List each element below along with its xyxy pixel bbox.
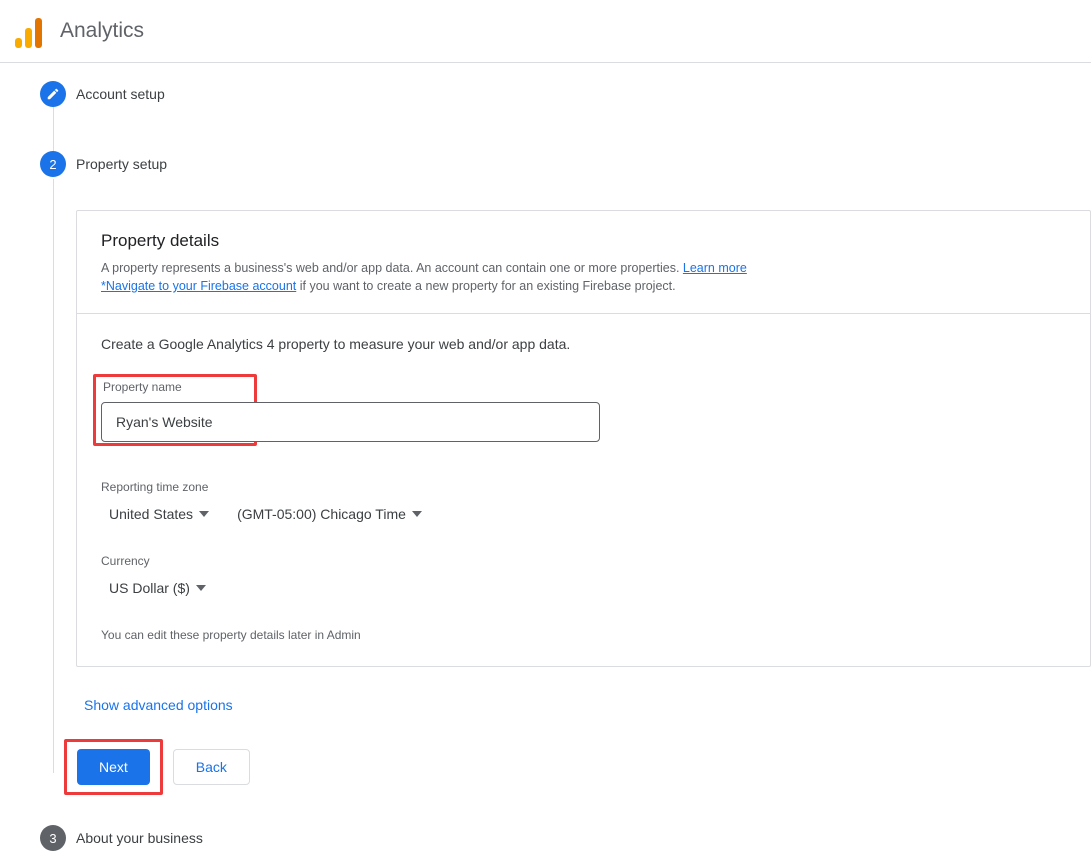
currency-label: Currency xyxy=(101,554,1066,568)
timezone-value-dropdown[interactable]: (GMT-05:00) Chicago Time xyxy=(237,502,422,526)
step-number-badge: 3 xyxy=(40,825,66,851)
chevron-down-icon xyxy=(196,585,206,591)
next-button[interactable]: Next xyxy=(77,749,150,785)
timezone-label: Reporting time zone xyxy=(101,480,1066,494)
pencil-icon xyxy=(40,81,66,107)
back-button[interactable]: Back xyxy=(173,749,250,785)
highlight-next-button: Next xyxy=(64,739,163,795)
edit-later-footnote: You can edit these property details late… xyxy=(101,628,1066,642)
step-label: About your business xyxy=(76,829,1091,848)
chevron-down-icon xyxy=(199,511,209,517)
property-name-input[interactable] xyxy=(101,402,600,442)
card-lead-text: Create a Google Analytics 4 property to … xyxy=(101,336,1066,352)
step-number-badge: 2 xyxy=(40,151,66,177)
chevron-down-icon xyxy=(412,511,422,517)
step-property-setup: 2 Property setup Property details A prop… xyxy=(0,155,1091,795)
setup-stepper: Account setup 2 Property setup Property … xyxy=(0,85,1091,848)
learn-more-link[interactable]: Learn more xyxy=(683,261,747,275)
top-bar: Analytics xyxy=(0,0,1091,63)
analytics-logo-icon xyxy=(15,14,42,48)
firebase-link[interactable]: *Navigate to your Firebase account xyxy=(101,279,296,293)
card-title: Property details xyxy=(101,231,1066,251)
step-label: Account setup xyxy=(76,85,1091,104)
property-name-label: Property name xyxy=(103,380,182,394)
card-description: A property represents a business's web a… xyxy=(101,259,1066,295)
property-details-card: Property details A property represents a… xyxy=(76,210,1091,667)
timezone-country-dropdown[interactable]: United States xyxy=(109,502,209,526)
step-about-business: 3 About your business xyxy=(0,829,1091,848)
app-title: Analytics xyxy=(60,19,144,43)
currency-dropdown[interactable]: US Dollar ($) xyxy=(109,576,1066,600)
show-advanced-options-link[interactable]: Show advanced options xyxy=(84,697,1091,713)
step-label: Property setup xyxy=(76,155,1091,174)
step-account-setup[interactable]: Account setup xyxy=(0,85,1091,155)
